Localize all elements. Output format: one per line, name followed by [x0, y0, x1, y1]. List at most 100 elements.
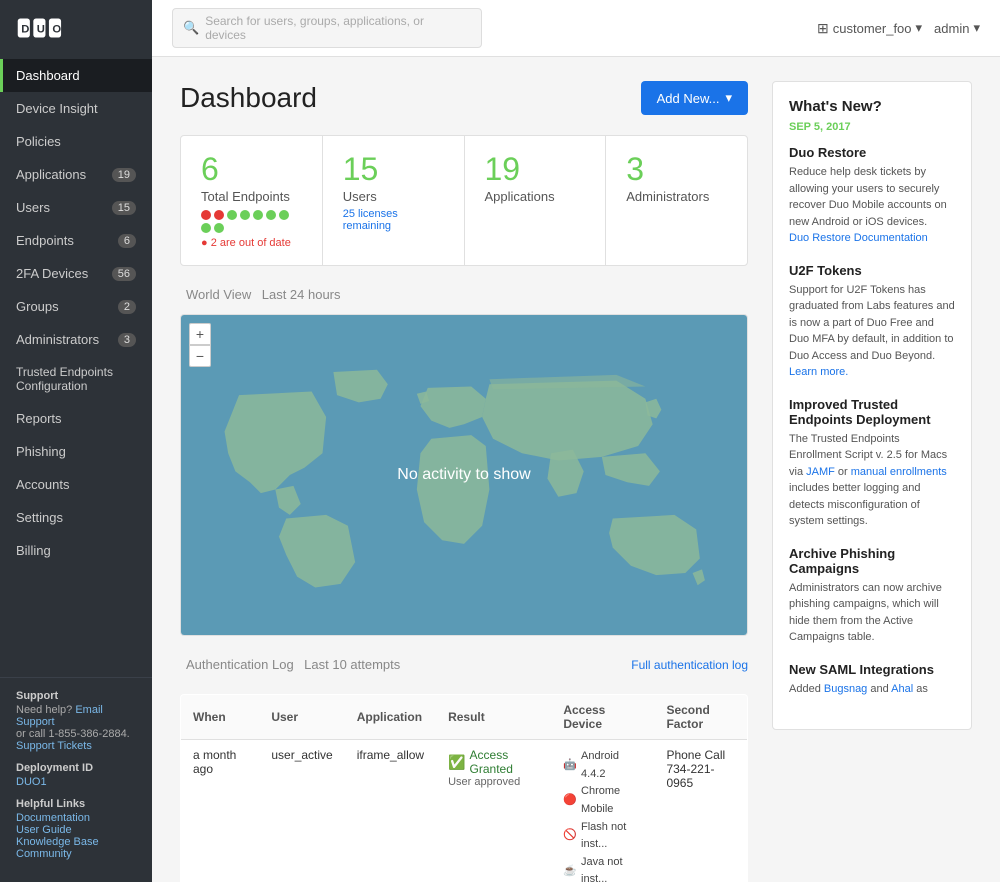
applications-badge: 19	[112, 168, 136, 182]
col-user: User	[259, 695, 344, 740]
world-view-title: World View	[186, 287, 251, 302]
applications-number: 19	[485, 152, 586, 187]
auth-log-header: Authentication Log Last 10 attempts	[180, 656, 400, 674]
sidebar-item-administrators[interactable]: Administrators 3	[0, 323, 152, 356]
documentation-link[interactable]: Documentation	[16, 812, 136, 824]
search-box[interactable]: 🔍 Search for users, groups, applications…	[172, 8, 482, 48]
add-new-label: Add New...	[657, 91, 720, 106]
device-java: ☕ Java not inst...	[563, 854, 642, 882]
news-item-4: New SAML Integrations Added Bugsnag and …	[789, 662, 955, 698]
ahal-link[interactable]: Ahal	[891, 683, 913, 695]
sidebar-item-trusted-endpoints-label: Trusted Endpoints Configuration	[16, 365, 136, 393]
map-controls: + −	[189, 323, 211, 367]
table-row: a month ago user_active iframe_allow ✅ A…	[181, 740, 748, 882]
support-label: Support	[16, 690, 136, 702]
world-map-svg	[181, 315, 747, 635]
news-link-0[interactable]: Duo Restore Documentation	[789, 230, 955, 247]
admin-name: admin	[934, 21, 969, 36]
dot-red-1	[201, 210, 211, 220]
result-main-text: Access Granted	[470, 748, 540, 776]
sidebar-footer: Support Need help? Email Support or call…	[0, 677, 152, 882]
full-auth-log-link[interactable]: Full authentication log	[631, 658, 748, 672]
deployment-id-value[interactable]: DUO1	[16, 776, 47, 788]
header-right: ⊞ customer_foo ▾ admin ▾	[817, 20, 980, 37]
sidebar-logo: D U O	[0, 0, 152, 59]
dot-green-2	[240, 210, 250, 220]
community-link[interactable]: Community	[16, 848, 136, 860]
sidebar-item-phishing-label: Phishing	[16, 444, 66, 459]
sidebar-item-reports[interactable]: Reports	[0, 402, 152, 435]
endpoints-warning: ● 2 are out of date	[201, 237, 302, 249]
sidebar-item-2fa-devices[interactable]: 2FA Devices 56	[0, 257, 152, 290]
sidebar-item-applications[interactable]: Applications 19	[0, 158, 152, 191]
sidebar-item-users-label: Users	[16, 200, 50, 215]
knowledge-base-link[interactable]: Knowledge Base	[16, 836, 136, 848]
whats-new-panel: What's New? Sep 5, 2017 Duo Restore Redu…	[772, 81, 972, 730]
nav-items: Dashboard Device Insight Policies Applic…	[0, 59, 152, 567]
svg-text:O: O	[52, 23, 61, 35]
sidebar-item-device-insight-label: Device Insight	[16, 101, 98, 116]
android-icon: 🤖	[563, 757, 577, 775]
search-placeholder: Search for users, groups, applications, …	[205, 14, 465, 42]
stat-endpoints: 6 Total Endpoints ●	[181, 136, 323, 265]
users-badge: 15	[112, 201, 136, 215]
search-icon: 🔍	[183, 20, 199, 36]
auth-table-header-row: When User Application Result Access Devi…	[181, 695, 748, 740]
helpful-links-label: Helpful Links	[16, 798, 136, 810]
sidebar-item-users[interactable]: Users 15	[0, 191, 152, 224]
news-title-3: Archive Phishing Campaigns	[789, 546, 955, 576]
news-link-1[interactable]: Learn more.	[789, 366, 848, 378]
sidebar-item-groups-label: Groups	[16, 299, 59, 314]
cell-result: ✅ Access Granted User approved	[436, 740, 551, 882]
auth-log-table: When User Application Result Access Devi…	[180, 694, 748, 882]
dot-green-1	[227, 210, 237, 220]
support-text: Need help? Email Support	[16, 704, 136, 728]
sidebar-item-settings[interactable]: Settings	[0, 501, 152, 534]
jamf-link[interactable]: JAMF	[806, 466, 835, 478]
world-map-container: + − No activity to show	[180, 314, 748, 636]
user-guide-link[interactable]: User Guide	[16, 824, 136, 836]
map-zoom-out-button[interactable]: −	[189, 345, 211, 367]
sidebar-item-policies[interactable]: Policies	[0, 125, 152, 158]
sidebar-item-phishing[interactable]: Phishing	[0, 435, 152, 468]
stat-administrators: 3 Administrators	[606, 136, 747, 265]
administrators-label: Administrators	[626, 189, 727, 204]
sidebar-item-device-insight[interactable]: Device Insight	[0, 92, 152, 125]
bugsnag-link[interactable]: Bugsnag	[824, 683, 867, 695]
sidebar-item-applications-label: Applications	[16, 167, 86, 182]
main-content: 🔍 Search for users, groups, applications…	[152, 0, 1000, 882]
news-title-1: U2F Tokens	[789, 263, 955, 278]
content-main: Dashboard Add New... ▾ 6 Total Endpoints	[180, 81, 748, 858]
sidebar-item-accounts[interactable]: Accounts	[0, 468, 152, 501]
sidebar-item-settings-label: Settings	[16, 510, 63, 525]
administrators-badge: 3	[118, 333, 136, 347]
add-new-chevron-icon: ▾	[725, 90, 732, 106]
whats-new-title: What's New?	[789, 98, 955, 115]
flash-icon: 🚫	[563, 827, 577, 845]
auth-log-title: Authentication Log	[186, 657, 294, 672]
news-title-4: New SAML Integrations	[789, 662, 955, 677]
map-zoom-in-button[interactable]: +	[189, 323, 211, 345]
endpoint-dots	[201, 210, 302, 233]
sidebar-item-policies-label: Policies	[16, 134, 61, 149]
svg-text:D: D	[21, 23, 29, 35]
chrome-icon: 🔴	[563, 792, 577, 810]
support-tickets-link[interactable]: Support Tickets	[16, 740, 136, 752]
svg-text:U: U	[37, 23, 45, 35]
sidebar-item-billing[interactable]: Billing	[0, 534, 152, 567]
users-number: 15	[343, 152, 444, 187]
sidebar-item-endpoints[interactable]: Endpoints 6	[0, 224, 152, 257]
manual-enrollments-link[interactable]: manual enrollments	[851, 466, 947, 478]
add-new-button[interactable]: Add New... ▾	[641, 81, 748, 115]
deployment-id-label: Deployment ID	[16, 762, 136, 774]
customer-selector[interactable]: ⊞ customer_foo ▾	[817, 20, 922, 37]
device-chrome: 🔴 Chrome Mobile	[563, 783, 642, 818]
users-licenses[interactable]: 25 licenses remaining	[343, 208, 444, 232]
applications-label: Applications	[485, 189, 586, 204]
sidebar-item-groups[interactable]: Groups 2	[0, 290, 152, 323]
admin-selector[interactable]: admin ▾	[934, 20, 980, 36]
sidebar-item-dashboard[interactable]: Dashboard	[0, 59, 152, 92]
access-device-list: 🤖 Android 4.4.2 🔴 Chrome Mobile 🚫 Flash	[563, 748, 642, 882]
cell-second-factor: Phone Call 734-221-0965	[654, 740, 747, 882]
sidebar-item-trusted-endpoints[interactable]: Trusted Endpoints Configuration	[0, 356, 152, 402]
